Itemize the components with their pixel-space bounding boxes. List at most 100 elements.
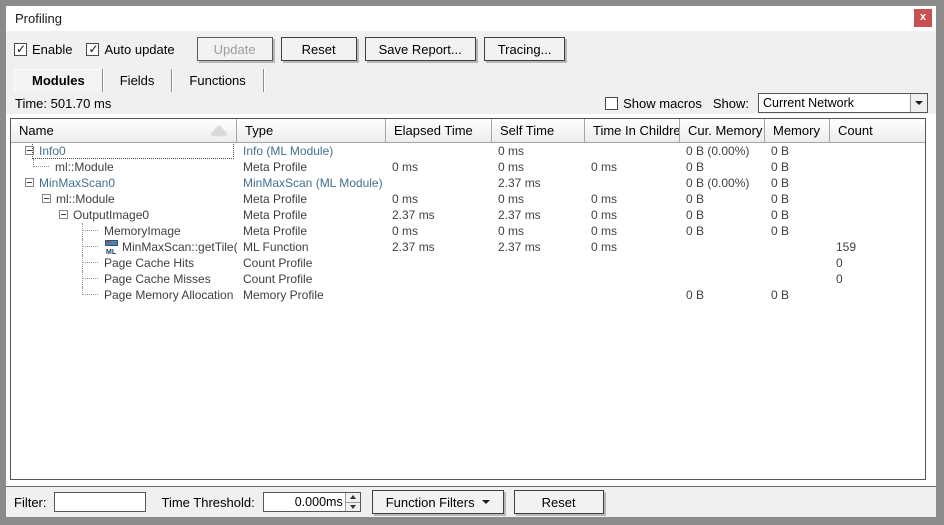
table-row[interactable]: ml::ModuleMeta Profile0 ms0 ms0 ms0 B0 B — [11, 191, 925, 207]
tab-modules[interactable]: Modules — [14, 69, 103, 92]
cell-type: Meta Profile — [237, 191, 386, 207]
column-header-label: Type — [245, 123, 273, 138]
column-header-count[interactable]: Count — [830, 119, 925, 143]
cell-name: ml::Module — [11, 159, 237, 175]
enable-checkbox[interactable]: Enable — [14, 42, 72, 57]
cell-cur-memory: 0 B — [680, 207, 765, 223]
cell-type: Count Profile — [237, 255, 386, 271]
filter-reset-label: Reset — [542, 495, 576, 510]
table-row[interactable]: OutputImage0Meta Profile2.37 ms2.37 ms0 … — [11, 207, 925, 223]
cell-type: Memory Profile — [237, 287, 386, 303]
page-title: Profiling — [15, 11, 62, 26]
cell-elapsed — [386, 255, 492, 271]
info-bar: Time: 501.70 ms Show macros Show: Curren… — [6, 92, 936, 114]
cell-memory: 0 B — [765, 223, 830, 239]
row-name-label: Page Cache Misses — [104, 272, 211, 286]
checkbox-box — [605, 97, 618, 110]
cell-self — [492, 287, 585, 303]
row-name-label: ml::Module — [55, 160, 114, 174]
chevron-down-icon — [915, 101, 923, 105]
time-threshold-label: Time Threshold: — [162, 495, 255, 510]
stepper-down-button[interactable] — [346, 503, 360, 512]
ml-module-icon: ML — [104, 240, 119, 253]
column-header-time-in-children[interactable]: Time In Children — [585, 119, 680, 143]
info-bar-right: Show macros Show: Current Network — [605, 93, 928, 113]
cell-elapsed — [386, 143, 492, 159]
column-header-label: Count — [838, 123, 873, 138]
table-row[interactable]: Page Cache Misses Count Profile 0 — [11, 271, 925, 287]
tracing-button[interactable]: Tracing... — [484, 37, 566, 61]
checkmark-icon — [14, 43, 27, 56]
show-macros-checkbox[interactable]: Show macros — [605, 96, 702, 111]
cell-children — [585, 143, 680, 159]
profiling-panel: Profiling x Enable Auto update Update Res… — [6, 6, 936, 517]
cell-children: 0 ms — [585, 207, 680, 223]
tree-collapse-icon[interactable] — [42, 194, 51, 203]
time-threshold-input[interactable] — [264, 493, 345, 511]
network-select[interactable]: Current Network — [758, 93, 928, 113]
filter-label: Filter: — [14, 495, 47, 510]
cell-children — [585, 255, 680, 271]
tab-functions[interactable]: Functions — [172, 69, 263, 92]
cell-cur-memory: 0 B (0.00%) — [680, 175, 765, 191]
table-row[interactable]: MLMinMaxScan::getTile()ML Function2.37 m… — [11, 239, 925, 255]
auto-update-checkbox[interactable]: Auto update — [86, 42, 174, 57]
cell-elapsed — [386, 287, 492, 303]
update-button[interactable]: Update — [197, 37, 273, 61]
tab-fields[interactable]: Fields — [103, 69, 173, 92]
cell-self: 0 ms — [492, 143, 585, 159]
column-header-label: Time In Children — [593, 123, 680, 138]
tree-branch-line — [82, 287, 100, 303]
cell-count — [830, 207, 925, 223]
tree-collapse-icon[interactable] — [25, 178, 34, 187]
table-row[interactable]: ml::ModuleMeta Profile0 ms0 ms0 ms0 B0 B — [11, 159, 925, 175]
cell-name: MinMaxScan0 — [11, 175, 237, 191]
table-row[interactable]: Info0Info (ML Module)0 ms0 B (0.00%)0 B — [11, 143, 925, 159]
cell-count: 0 — [830, 271, 925, 287]
combo-arrow-box[interactable] — [910, 94, 927, 112]
column-header-elapsed-time[interactable]: Elapsed Time — [386, 119, 492, 143]
stepper-up-button[interactable] — [346, 493, 360, 503]
tree-collapse-icon[interactable] — [59, 210, 68, 219]
reset-button[interactable]: Reset — [281, 37, 357, 61]
cell-cur-memory: 0 B — [680, 287, 765, 303]
cell-self: 0 ms — [492, 191, 585, 207]
time-threshold-stepper[interactable] — [263, 492, 361, 512]
column-header-name[interactable]: Name — [11, 119, 237, 143]
cell-name: Page Cache Hits — [11, 255, 237, 271]
filter-bar: Filter: Time Threshold: Function Filters… — [6, 487, 936, 517]
column-header-cur-memory[interactable]: Cur. Memory — [680, 119, 765, 143]
cell-memory: 0 B — [765, 175, 830, 191]
function-filters-button[interactable]: Function Filters — [372, 490, 504, 514]
filter-reset-button[interactable]: Reset — [514, 490, 604, 514]
filter-input[interactable] — [54, 492, 146, 512]
cell-count — [830, 223, 925, 239]
column-header-label: Name — [19, 123, 54, 138]
table-body: Info0Info (ML Module)0 ms0 B (0.00%)0 Bm… — [11, 143, 925, 303]
close-icon[interactable]: x — [914, 9, 932, 27]
stepper-arrows — [345, 493, 360, 511]
cell-name: ml::Module — [11, 191, 237, 207]
cell-children: 0 ms — [585, 239, 680, 255]
save-report-button[interactable]: Save Report... — [365, 37, 476, 61]
cell-type: Count Profile — [237, 271, 386, 287]
cell-self: 2.37 ms — [492, 239, 585, 255]
tree-branch-line — [82, 239, 100, 255]
table-row[interactable]: Page Memory AllocationMemory Profile0 B0… — [11, 287, 925, 303]
cell-self — [492, 271, 585, 287]
table-row[interactable]: MinMaxScan0MinMaxScan (ML Module)2.37 ms… — [11, 175, 925, 191]
column-header-memory[interactable]: Memory — [765, 119, 830, 143]
column-header-self-time[interactable]: Self Time — [492, 119, 585, 143]
table-row[interactable]: MemoryImageMeta Profile0 ms0 ms0 ms0 B0 … — [11, 223, 925, 239]
column-header-type[interactable]: Type — [237, 119, 386, 143]
network-select-value: Current Network — [759, 96, 910, 110]
table-row[interactable]: Page Cache Hits Count Profile 0 — [11, 255, 925, 271]
toolbar-buttons: Update Reset Save Report... Tracing... — [197, 37, 566, 61]
chevron-up-icon — [350, 495, 356, 499]
cell-children: 0 ms — [585, 159, 680, 175]
total-time-label: Time: 501.70 ms — [15, 96, 111, 111]
checkmark-icon — [86, 43, 99, 56]
row-name-label: Page Cache Hits — [104, 256, 194, 270]
cell-name: Page Memory Allocation — [11, 287, 237, 303]
cell-count: 0 — [830, 255, 925, 271]
